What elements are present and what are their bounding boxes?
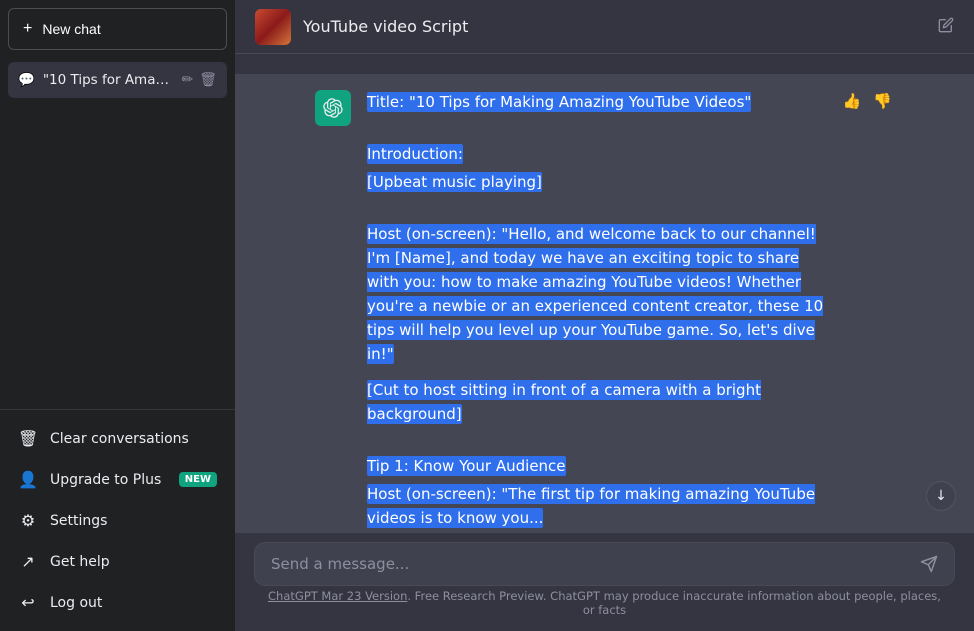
header-left: YouTube video Script [255, 9, 468, 45]
clear-label: Clear conversations [50, 431, 189, 447]
main-wrapper: YouTube video Script Title: "10 [235, 0, 974, 631]
settings-label: Settings [50, 513, 107, 529]
sidebar-bottom: 🗑 Clear conversations 👤 Upgrade to Plus … [0, 409, 235, 631]
upgrade-label: Upgrade to Plus [50, 472, 161, 488]
highlighted-intro: Introduction: [367, 144, 463, 164]
new-chat-label: New chat [42, 21, 100, 37]
footer-rest: . Free Research Preview. ChatGPT may pro… [407, 589, 941, 617]
logout-label: Log out [50, 595, 102, 611]
highlighted-host2: Host (on-screen): "The first tip for mak… [367, 484, 815, 528]
plus-icon: + [23, 21, 32, 37]
header-title: YouTube video Script [303, 17, 468, 36]
gpt-avatar [315, 90, 351, 126]
chat-item-actions: ✏ 🗑 [181, 72, 217, 88]
chat-area: Title: "10 Tips for Making Amazing YouTu… [235, 54, 974, 533]
chat-item[interactable]: 💬 "10 Tips for Amazing Yo ✏ 🗑 [8, 62, 227, 98]
clear-icon: 🗑 [18, 429, 38, 448]
message-line-host2: Host (on-screen): "The first tip for mak… [367, 482, 825, 530]
chat-icon: 💬 [18, 72, 35, 88]
message-line-tip1: Tip 1: Know Your Audience [367, 454, 825, 478]
help-label: Get help [50, 554, 110, 570]
upgrade-icon: 👤 [18, 470, 38, 489]
message-actions: 👍 👎 [841, 90, 894, 112]
send-button[interactable] [920, 555, 938, 573]
sidebar-item-settings[interactable]: ⚙ Settings [8, 500, 227, 541]
message-row-assistant: Title: "10 Tips for Making Amazing YouTu… [235, 74, 974, 533]
message-line-music: [Upbeat music playing] [367, 170, 825, 194]
new-badge: NEW [179, 472, 217, 487]
header-avatar [255, 9, 291, 45]
highlighted-paragraph-1: Host (on-screen): "Hello, and welcome ba… [367, 224, 823, 364]
highlighted-title: Title: "10 Tips for Making Amazing YouTu… [367, 92, 751, 112]
input-wrapper [255, 543, 954, 585]
chat-item-left: 💬 "10 Tips for Amazing Yo [18, 72, 175, 88]
help-icon: ↗ [18, 552, 38, 571]
new-chat-button[interactable]: + New chat [8, 8, 227, 50]
thumbs-up-button[interactable]: 👍 [841, 90, 864, 112]
avatar-image [255, 9, 291, 45]
sidebar-item-logout[interactable]: ↩ Log out [8, 582, 227, 623]
message-line-1: Title: "10 Tips for Making Amazing YouTu… [367, 90, 825, 114]
message-line-intro: Introduction: [367, 142, 825, 166]
sidebar: + New chat 💬 "10 Tips for Amazing Yo ✏ 🗑… [0, 0, 235, 631]
thumbs-down-button[interactable]: 👎 [871, 90, 894, 112]
header: YouTube video Script [235, 0, 974, 54]
message-paragraph-1: Host (on-screen): "Hello, and welcome ba… [367, 222, 825, 366]
sidebar-item-clear[interactable]: 🗑 Clear conversations [8, 418, 227, 459]
highlighted-music: [Upbeat music playing] [367, 172, 542, 192]
footer-text: ChatGPT Mar 23 Version. Free Research Pr… [255, 585, 954, 625]
sidebar-item-upgrade[interactable]: 👤 Upgrade to Plus NEW [8, 459, 227, 500]
main-content: YouTube video Script Title: "10 [235, 0, 974, 631]
input-area: ChatGPT Mar 23 Version. Free Research Pr… [235, 533, 974, 631]
footer-link[interactable]: ChatGPT Mar 23 Version [268, 589, 407, 603]
message-line-cut: [Cut to host sitting in front of a camer… [367, 378, 825, 426]
assistant-message-content: Title: "10 Tips for Making Amazing YouTu… [367, 90, 825, 533]
settings-icon: ⚙ [18, 511, 38, 530]
sidebar-item-help[interactable]: ↗ Get help [8, 541, 227, 582]
scroll-down-button[interactable]: ↓ [926, 481, 956, 511]
chat-item-label: "10 Tips for Amazing Yo [43, 72, 176, 88]
logout-icon: ↩ [18, 593, 38, 612]
delete-chat-icon[interactable]: 🗑 [199, 72, 217, 88]
chat-history: 💬 "10 Tips for Amazing Yo ✏ 🗑 [0, 58, 235, 409]
header-edit-icon[interactable] [938, 17, 954, 37]
edit-chat-icon[interactable]: ✏ [181, 72, 193, 88]
highlighted-cut: [Cut to host sitting in front of a camer… [367, 380, 761, 424]
scroll-down-icon: ↓ [935, 488, 947, 504]
message-input[interactable] [271, 555, 910, 573]
highlighted-tip1: Tip 1: Know Your Audience [367, 456, 566, 476]
